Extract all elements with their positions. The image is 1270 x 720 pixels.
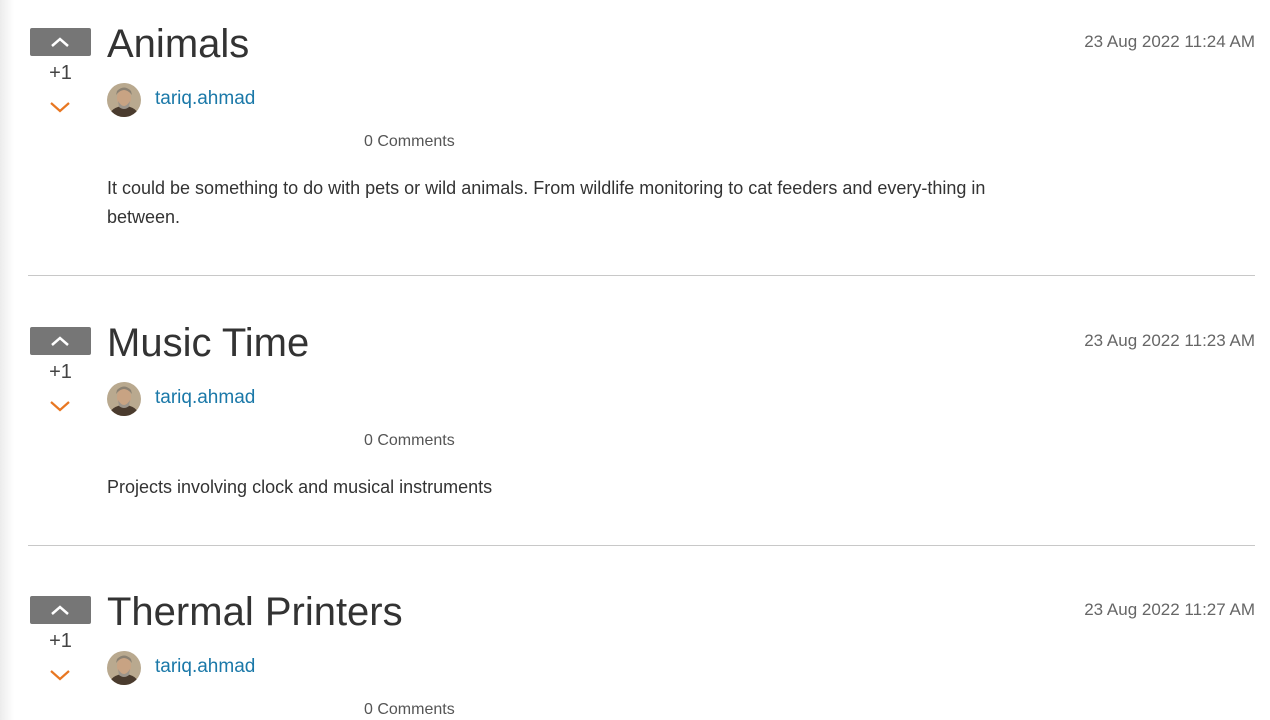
- comments-link[interactable]: 0 Comments: [364, 133, 455, 151]
- post-body: Projects involving clock and musical ins…: [107, 477, 493, 497]
- post-divider: [28, 545, 1255, 546]
- post-date: 23 Aug 2022 11:24 AM: [1084, 32, 1255, 51]
- vote-count: +1: [49, 62, 72, 84]
- author-link[interactable]: tariq.ahmad: [155, 656, 255, 678]
- post-title[interactable]: Thermal Printers: [107, 588, 403, 636]
- vote-count: +1: [49, 630, 72, 652]
- author-link[interactable]: tariq.ahmad: [155, 88, 255, 110]
- author-link[interactable]: tariq.ahmad: [155, 387, 255, 409]
- chevron-down-icon: [50, 670, 70, 681]
- chevron-up-icon: [51, 605, 69, 615]
- post-title[interactable]: Animals: [107, 20, 249, 68]
- chevron-down-icon: [50, 102, 70, 113]
- comments-link[interactable]: 0 Comments: [364, 432, 455, 450]
- upvote-button[interactable]: [30, 327, 91, 355]
- chevron-up-icon: [51, 37, 69, 47]
- post-date: 23 Aug 2022 11:27 AM: [1084, 600, 1255, 619]
- avatar[interactable]: [107, 651, 141, 685]
- post-divider: [28, 275, 1255, 276]
- upvote-button[interactable]: [30, 28, 91, 56]
- comments-link[interactable]: 0 Comments: [364, 701, 455, 719]
- left-edge-shadow: [0, 0, 14, 720]
- downvote-button[interactable]: [48, 399, 72, 417]
- post-body: It could be something to do with pets or…: [107, 178, 986, 227]
- upvote-button[interactable]: [30, 596, 91, 624]
- downvote-button[interactable]: [48, 668, 72, 686]
- chevron-up-icon: [51, 336, 69, 346]
- chevron-down-icon: [50, 401, 70, 412]
- avatar[interactable]: [107, 382, 141, 416]
- avatar[interactable]: [107, 83, 141, 117]
- vote-count: +1: [49, 361, 72, 383]
- downvote-button[interactable]: [48, 100, 72, 118]
- forum-post-list: +1 Animals 23 Aug 2022 11:24 AM tariq.ah…: [0, 0, 1270, 720]
- post-title[interactable]: Music Time: [107, 319, 309, 367]
- post-date: 23 Aug 2022 11:23 AM: [1084, 331, 1255, 350]
